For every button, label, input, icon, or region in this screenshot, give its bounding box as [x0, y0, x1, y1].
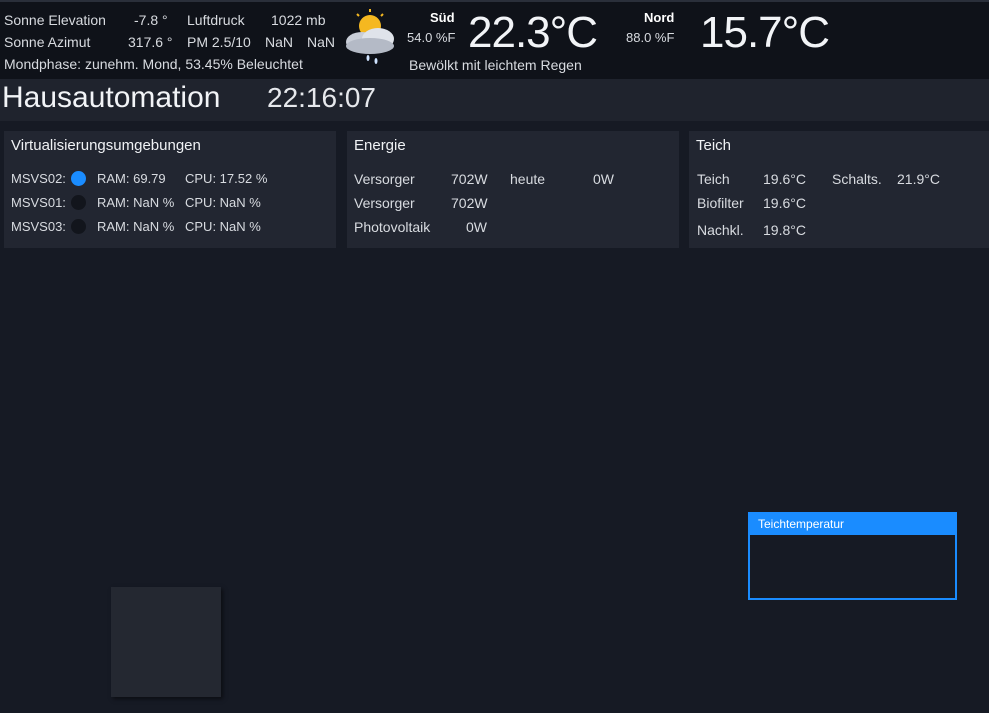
panel-title: Virtualisierungsumgebungen	[11, 137, 201, 154]
energy-value: 0W	[466, 219, 487, 235]
virtualization-panel: Virtualisierungsumgebungen MSVS02: RAM: …	[4, 131, 336, 248]
north-label: Nord	[644, 10, 675, 25]
status-indicator-off	[71, 195, 86, 210]
pm-label: PM 2.5/10	[187, 34, 251, 50]
pond-value: 19.6°C	[763, 171, 806, 187]
switch-value: 21.9°C	[897, 171, 940, 187]
vm-cpu: CPU: NaN %	[185, 195, 261, 210]
energy-today-label: heute	[510, 171, 546, 187]
page-title: Hausautomation	[2, 81, 221, 114]
empty-tile[interactable]	[111, 587, 221, 697]
switch-label: Schalts.	[832, 171, 882, 187]
sun-azimuth-label: Sonne Azimut	[4, 34, 91, 50]
energy-today-value: 0W	[593, 171, 614, 187]
panel-title: Teich	[696, 137, 732, 154]
south-humidity: 54.0 %F	[407, 30, 456, 45]
biofilter-value: 19.6°C	[763, 195, 806, 211]
weather-bar: Sonne Elevation -7.8 ° Luftdruck 1022 mb…	[0, 0, 989, 80]
clarifier-value: 19.8°C	[763, 222, 806, 238]
pm-value-2: NaN	[307, 34, 336, 50]
energy-label: Photovoltaik	[354, 219, 431, 235]
vm-name: MSVS01:	[11, 195, 66, 210]
status-indicator-off	[71, 219, 86, 234]
biofilter-label: Biofilter	[697, 195, 744, 211]
status-indicator-on	[71, 171, 86, 186]
clock: 22:16:07	[267, 82, 376, 113]
pond-temperature-popup[interactable]: Teichtemperatur	[748, 512, 957, 600]
energy-value: 702W	[451, 195, 488, 211]
energy-value: 702W	[451, 171, 488, 187]
energy-panel: Energie Versorger 702W heute 0W Versorge…	[347, 131, 679, 248]
vm-ram: RAM: NaN %	[97, 195, 175, 210]
sun-elevation-value: -7.8 °	[134, 12, 168, 28]
south-temperature: 22.3°C	[468, 8, 598, 57]
panel-title: Energie	[354, 137, 406, 154]
pm-value-1: NaN	[265, 34, 294, 50]
pressure-value: 1022 mb	[271, 12, 326, 28]
cloud-sun-rain-icon	[340, 8, 402, 66]
vm-ram: RAM: NaN %	[97, 219, 175, 234]
vm-ram: RAM: 69.79	[97, 171, 166, 186]
energy-label: Versorger	[354, 195, 415, 211]
pressure-label: Luftdruck	[187, 12, 245, 28]
weather-condition: Bewölkt mit leichtem Regen	[409, 57, 582, 73]
pond-label: Teich	[697, 171, 730, 187]
sun-azimuth-value: 317.6 °	[128, 34, 173, 50]
pond-panel: Teich Teich 19.6°C Schalts. 21.9°C Biofi…	[689, 131, 989, 248]
sun-elevation-label: Sonne Elevation	[4, 12, 106, 28]
vm-cpu: CPU: 17.52 %	[185, 171, 268, 186]
north-temperature: 15.7°C	[700, 8, 830, 57]
south-label: Süd	[430, 10, 455, 25]
popup-title: Teichtemperatur	[750, 514, 955, 535]
north-humidity: 88.0 %F	[626, 30, 675, 45]
vm-name: MSVS03:	[11, 219, 66, 234]
clarifier-label: Nachkl.	[697, 222, 744, 238]
moon-phase: Mondphase: zunehm. Mond, 53.45% Beleucht…	[4, 56, 303, 72]
page-header: Hausautomation 22:16:07	[0, 79, 989, 121]
vm-name: MSVS02:	[11, 171, 66, 186]
energy-label: Versorger	[354, 171, 415, 187]
vm-cpu: CPU: NaN %	[185, 219, 261, 234]
